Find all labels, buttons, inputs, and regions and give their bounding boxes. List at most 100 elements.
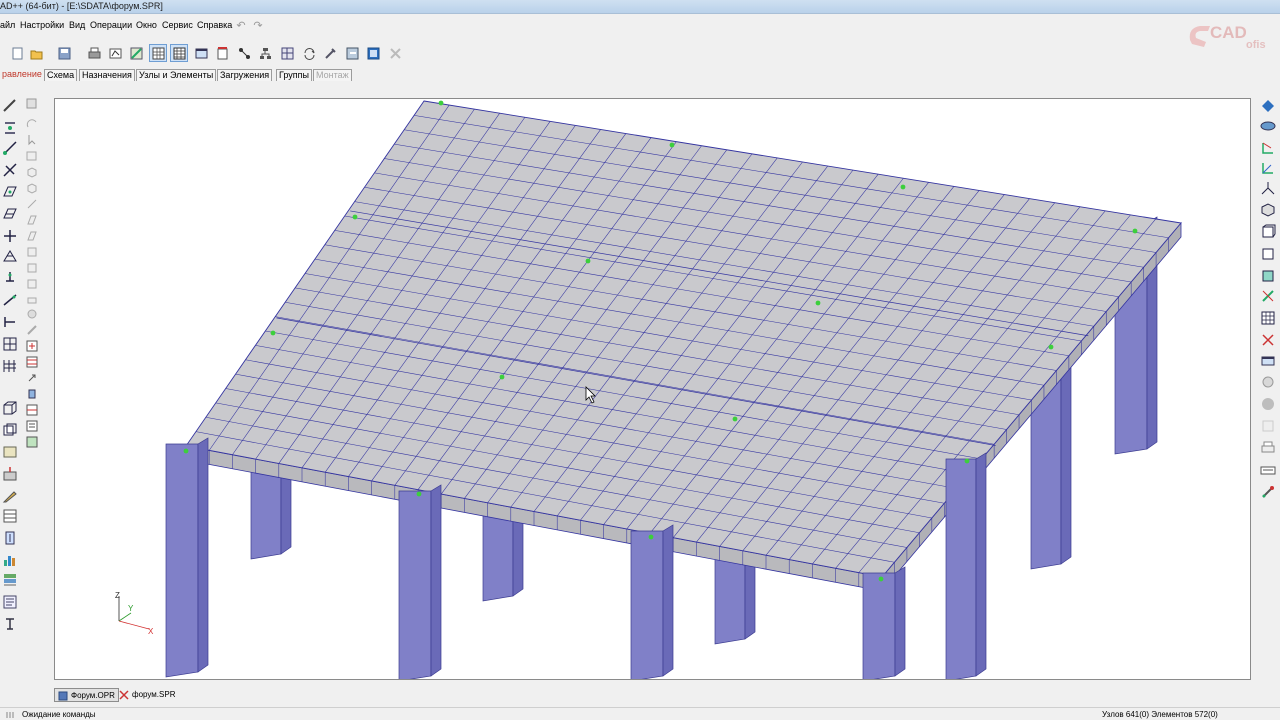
column-node[interactable]	[669, 142, 675, 148]
support-icon[interactable]	[2, 270, 18, 286]
solid-view-icon[interactable]	[1260, 268, 1278, 286]
bar-split-icon[interactable]	[2, 162, 18, 178]
property-icon[interactable]	[26, 436, 42, 452]
structure-table-icon[interactable]	[26, 404, 42, 420]
tools-icon[interactable]	[1260, 484, 1278, 502]
projection-icon[interactable]	[1260, 224, 1278, 242]
menu-window[interactable]: Окно	[136, 20, 157, 30]
menu-operations[interactable]: Операции	[90, 20, 132, 30]
column-node[interactable]	[585, 258, 591, 264]
bar-tool-icon[interactable]	[2, 140, 18, 156]
printer-icon[interactable]	[1260, 440, 1278, 458]
monitor-icon[interactable]	[1260, 354, 1278, 372]
move-node-icon[interactable]	[2, 228, 18, 244]
tab-nodes-elements[interactable]: Узлы и Элементы	[136, 69, 217, 81]
tab-management[interactable]: равление	[0, 69, 44, 81]
solid-icon[interactable]	[2, 400, 18, 416]
window-icon[interactable]	[192, 44, 210, 62]
cube-icon[interactable]	[26, 166, 42, 182]
node-tool-icon[interactable]	[2, 120, 18, 136]
column-node[interactable]	[964, 458, 970, 464]
settings-icon[interactable]	[321, 44, 339, 62]
column-node[interactable]	[900, 184, 906, 190]
plane-icon[interactable]	[26, 230, 42, 246]
pencil-tool-icon[interactable]	[2, 98, 18, 114]
load-icon[interactable]	[2, 466, 18, 482]
filter-icon[interactable]	[26, 150, 42, 166]
pointer-icon[interactable]	[26, 134, 42, 150]
front-column-1[interactable]	[398, 484, 442, 680]
refresh-icon[interactable]	[364, 44, 382, 62]
tab-groups[interactable]: Группы	[276, 69, 312, 81]
stiffness-icon[interactable]	[2, 314, 18, 330]
rtf-doc-icon[interactable]	[213, 44, 231, 62]
menu-service[interactable]: Сервис	[162, 20, 193, 30]
rotate-icon[interactable]	[26, 118, 42, 134]
list-icon[interactable]	[26, 420, 42, 436]
arrows-icon[interactable]	[300, 44, 318, 62]
new-file-icon[interactable]	[8, 44, 26, 62]
hinge-icon[interactable]	[2, 292, 18, 308]
info-icon[interactable]	[2, 616, 18, 632]
column-node[interactable]	[1132, 228, 1138, 234]
edge-icon[interactable]	[26, 198, 42, 214]
structure-model[interactable]: Z Y X	[55, 99, 1251, 680]
keyboard-icon[interactable]	[1260, 462, 1278, 480]
column-node[interactable]	[183, 448, 189, 454]
view-front-icon[interactable]	[1260, 140, 1278, 158]
print-icon[interactable]	[85, 44, 103, 62]
menu-help[interactable]: Справка	[197, 20, 232, 30]
undo-icon[interactable]: ↶	[235, 20, 247, 32]
column-node[interactable]	[270, 330, 276, 336]
mesh-view-icon[interactable]	[1260, 310, 1278, 328]
tab-scheme[interactable]: Схема	[44, 69, 78, 81]
box-view-icon[interactable]	[1260, 246, 1278, 264]
menu-view[interactable]: Вид	[69, 20, 85, 30]
deform-icon[interactable]	[1260, 288, 1278, 306]
column-node[interactable]	[499, 374, 505, 380]
menu-settings[interactable]: Настройки	[20, 20, 64, 30]
view-rotate-icon[interactable]	[1260, 98, 1278, 116]
front-column-2[interactable]	[630, 524, 674, 680]
column-node[interactable]	[648, 534, 654, 540]
doc-tab-opr[interactable]: Форум.OPR	[54, 688, 119, 702]
export-icon[interactable]	[343, 44, 361, 62]
grid-generate-icon[interactable]	[2, 336, 18, 352]
brush-icon[interactable]	[26, 324, 42, 340]
hierarchy-icon[interactable]	[256, 44, 274, 62]
view-perspective-icon[interactable]	[1260, 202, 1278, 220]
sphere-icon[interactable]	[26, 308, 42, 324]
column-node[interactable]	[352, 214, 358, 220]
view-side-icon[interactable]	[1260, 160, 1278, 178]
select-icon[interactable]	[26, 98, 42, 114]
library-icon[interactable]	[2, 444, 18, 460]
redo-icon[interactable]: ↷	[252, 20, 264, 32]
fragment-icon[interactable]	[26, 278, 42, 294]
sphere-gray-icon[interactable]	[1260, 396, 1278, 414]
model-viewport[interactable]: Z Y X	[54, 98, 1251, 680]
view-top-icon[interactable]	[1260, 118, 1278, 136]
front-column-4[interactable]	[945, 452, 987, 680]
column-node[interactable]	[438, 100, 444, 106]
view-iso-icon[interactable]	[1260, 180, 1278, 198]
grid-mode-icon[interactable]	[149, 44, 167, 62]
nodes-icon[interactable]	[235, 44, 253, 62]
layers-icon[interactable]	[2, 572, 18, 588]
front-column-3[interactable]	[862, 566, 906, 680]
front-column-0[interactable]	[165, 437, 209, 678]
frame-generate-icon[interactable]	[2, 358, 18, 374]
report-icon[interactable]	[2, 594, 18, 610]
cube-front-icon[interactable]	[26, 182, 42, 198]
pencil-edit-icon[interactable]	[2, 488, 18, 504]
tab-assignments[interactable]: Назначения	[79, 69, 135, 81]
pin-icon[interactable]	[26, 388, 42, 404]
plate-tool-icon[interactable]	[2, 184, 18, 200]
package-icon[interactable]	[26, 356, 42, 372]
hide-icon[interactable]	[1260, 332, 1278, 350]
structure-icon[interactable]	[106, 44, 124, 62]
table-icon[interactable]	[2, 508, 18, 524]
section-icon[interactable]	[26, 262, 42, 278]
chart-icon[interactable]	[2, 552, 18, 568]
save-icon[interactable]	[55, 44, 73, 62]
merge-icon[interactable]	[26, 340, 42, 356]
